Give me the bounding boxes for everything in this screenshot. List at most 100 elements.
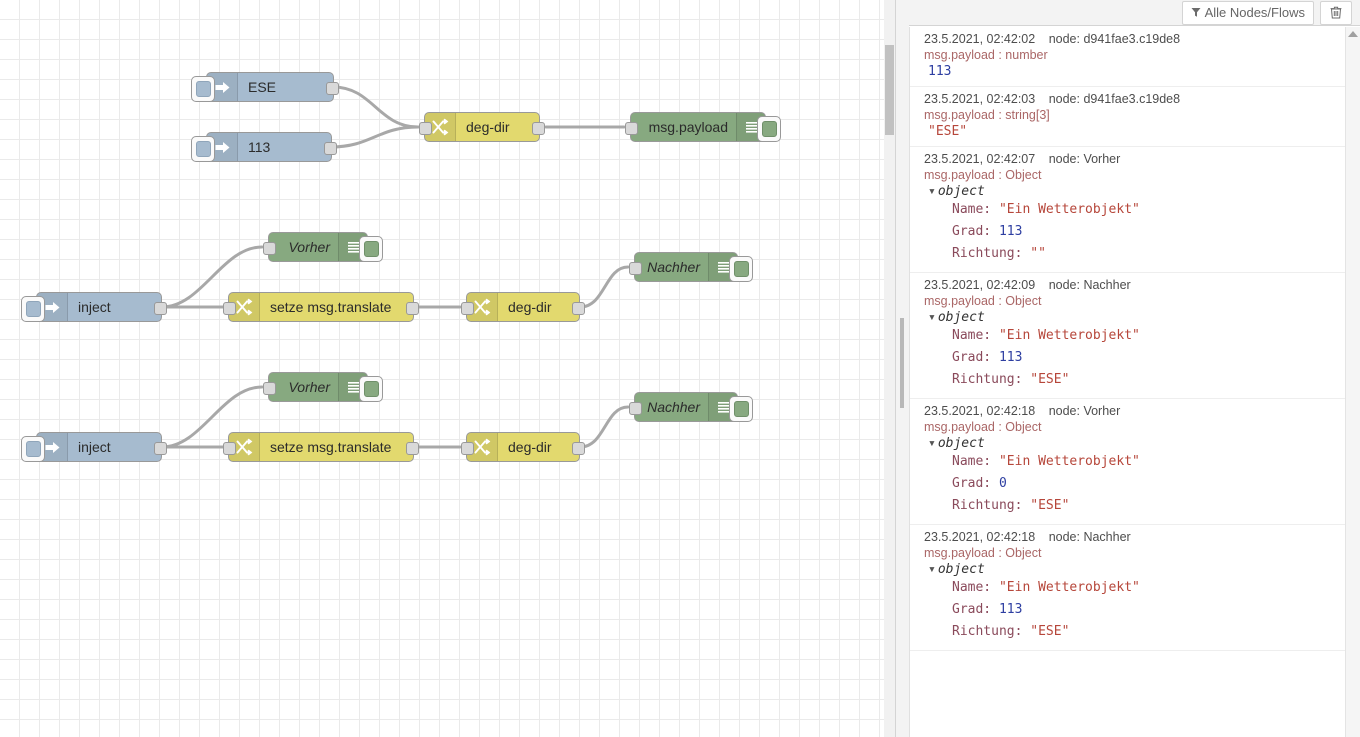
debug-message[interactable]: 23.5.2021, 02:42:07 node: Vorher msg.pay… [910, 147, 1346, 273]
node-label: msg.payload [648, 119, 728, 135]
input-port[interactable] [625, 122, 638, 135]
object-label: object [937, 562, 985, 577]
debug-property-type: msg.payload : string[3] [924, 108, 1050, 122]
property-value: "" [1030, 246, 1046, 261]
property-value: "ESE" [1030, 498, 1070, 513]
debug-message-meta: 23.5.2021, 02:42:07 node: Vorher [924, 152, 1338, 166]
debug-enable-button[interactable] [729, 396, 753, 422]
input-port[interactable] [629, 262, 642, 275]
node-label: Vorher [288, 379, 330, 395]
node-debug-vorher-1[interactable]: Vorher [263, 232, 383, 262]
input-port[interactable] [629, 402, 642, 415]
node-label: inject [78, 299, 111, 315]
property-value: "ESE" [1030, 372, 1070, 387]
filter-nodes-flows-button[interactable]: Alle Nodes/Flows [1181, 0, 1314, 25]
inject-trigger-button[interactable] [191, 136, 215, 162]
caret-down-icon: ▾ [928, 562, 936, 577]
scroll-up-arrow-icon[interactable] [1348, 31, 1358, 37]
input-port[interactable] [419, 122, 432, 135]
trash-icon [1330, 6, 1342, 19]
object-label: object [937, 436, 985, 451]
debug-message-meta: 23.5.2021, 02:42:03 node: d941fae3.c19de… [924, 92, 1338, 106]
output-port[interactable] [324, 142, 337, 155]
property-value: "Ein Wetterobjekt" [998, 580, 1140, 595]
output-port[interactable] [154, 442, 167, 455]
sidebar-scrollbar-track[interactable] [1345, 27, 1360, 737]
inject-trigger-button[interactable] [191, 76, 215, 102]
debug-message[interactable]: 23.5.2021, 02:42:03 node: d941fae3.c19de… [910, 87, 1346, 147]
node-debug-msg-payload[interactable]: msg.payload [625, 112, 781, 142]
debug-message[interactable]: 23.5.2021, 02:42:18 node: Nachher msg.pa… [910, 525, 1346, 651]
debug-message[interactable]: 23.5.2021, 02:42:18 node: Vorher msg.pay… [910, 399, 1346, 525]
debug-property-type: msg.payload : number [924, 48, 1048, 62]
node-function-deg-dir-1[interactable]: deg-dir [419, 112, 545, 142]
node-label: 113 [248, 139, 271, 155]
node-function-setze-1[interactable]: setze msg.translate [223, 292, 419, 322]
output-port[interactable] [326, 82, 339, 95]
output-port[interactable] [154, 302, 167, 315]
debug-source-node: node: d941fae3.c19de8 [1048, 32, 1181, 46]
object-expander[interactable]: ▾ object [924, 562, 1338, 577]
debug-message[interactable]: 23.5.2021, 02:42:02 node: d941fae3.c19de… [910, 27, 1346, 87]
debug-enable-button[interactable] [359, 236, 383, 262]
debug-source-node: node: Nachher [1048, 278, 1131, 292]
debug-enable-button[interactable] [359, 376, 383, 402]
output-port[interactable] [406, 442, 419, 455]
debug-message-list[interactable]: 23.5.2021, 02:42:02 node: d941fae3.c19de… [909, 27, 1346, 737]
inject-trigger-button[interactable] [21, 436, 45, 462]
node-debug-nachher-1[interactable]: Nachher [629, 252, 753, 282]
input-port[interactable] [461, 442, 474, 455]
property-key: Grad: [952, 224, 992, 239]
node-debug-nachher-2[interactable]: Nachher [629, 392, 753, 422]
debug-property-type: msg.payload : Object [924, 546, 1042, 560]
node-inject-bottom[interactable]: inject [21, 432, 167, 462]
debug-enable-button[interactable] [757, 116, 781, 142]
property-key: Grad: [952, 602, 992, 617]
object-expander[interactable]: ▾ object [924, 184, 1338, 199]
panel-divider-grip[interactable] [900, 318, 904, 408]
debug-toolbar: Alle Nodes/Flows [909, 0, 1360, 26]
debug-enable-button[interactable] [729, 256, 753, 282]
canvas-scrollbar-thumb[interactable] [885, 45, 894, 135]
object-expander[interactable]: ▾ object [924, 310, 1338, 325]
node-inject-ese[interactable]: ESE [191, 72, 339, 102]
debug-message[interactable]: 23.5.2021, 02:42:09 node: Nachher msg.pa… [910, 273, 1346, 399]
object-property: Grad: 113 [924, 221, 1338, 243]
object-property: Grad: 0 [924, 473, 1338, 495]
node-function-deg-dir-3[interactable]: deg-dir [461, 432, 585, 462]
debug-message-meta: 23.5.2021, 02:42:18 node: Nachher [924, 530, 1338, 544]
object-expander[interactable]: ▾ object [924, 436, 1338, 451]
debug-value: "ESE" [928, 124, 968, 139]
output-port[interactable] [532, 122, 545, 135]
debug-message-meta: 23.5.2021, 02:42:18 node: Vorher [924, 404, 1338, 418]
node-label: inject [78, 439, 111, 455]
output-port[interactable] [572, 302, 585, 315]
filter-funnel-icon [1191, 7, 1201, 18]
property-value: 113 [998, 602, 1023, 617]
object-property: Richtung: "" [924, 243, 1338, 265]
node-inject-113[interactable]: 113 [191, 132, 337, 162]
object-property: Richtung: "ESE" [924, 621, 1338, 643]
node-function-setze-2[interactable]: setze msg.translate [223, 432, 419, 462]
output-port[interactable] [572, 442, 585, 455]
debug-timestamp: 23.5.2021, 02:42:18 [924, 530, 1036, 544]
object-property: Richtung: "ESE" [924, 369, 1338, 391]
input-port[interactable] [223, 442, 236, 455]
output-port[interactable] [406, 302, 419, 315]
debug-timestamp: 23.5.2021, 02:42:09 [924, 278, 1036, 292]
clear-debug-button[interactable] [1320, 0, 1352, 25]
flow-canvas[interactable]: ESE 113 deg-dir msg.payload inject Vorhe… [0, 0, 895, 737]
debug-sidebar: Alle Nodes/Flows 23.5.2021, 02:42:02 nod… [909, 0, 1360, 737]
node-function-deg-dir-2[interactable]: deg-dir [461, 292, 585, 322]
input-port[interactable] [223, 302, 236, 315]
input-port[interactable] [461, 302, 474, 315]
object-property: Name: "Ein Wetterobjekt" [924, 325, 1338, 347]
node-label: Vorher [288, 239, 330, 255]
input-port[interactable] [263, 382, 276, 395]
object-property: Name: "Ein Wetterobjekt" [924, 199, 1338, 221]
inject-trigger-button[interactable] [21, 296, 45, 322]
node-debug-vorher-2[interactable]: Vorher [263, 372, 383, 402]
node-inject-middle[interactable]: inject [21, 292, 167, 322]
property-value: "ESE" [1030, 624, 1070, 639]
input-port[interactable] [263, 242, 276, 255]
